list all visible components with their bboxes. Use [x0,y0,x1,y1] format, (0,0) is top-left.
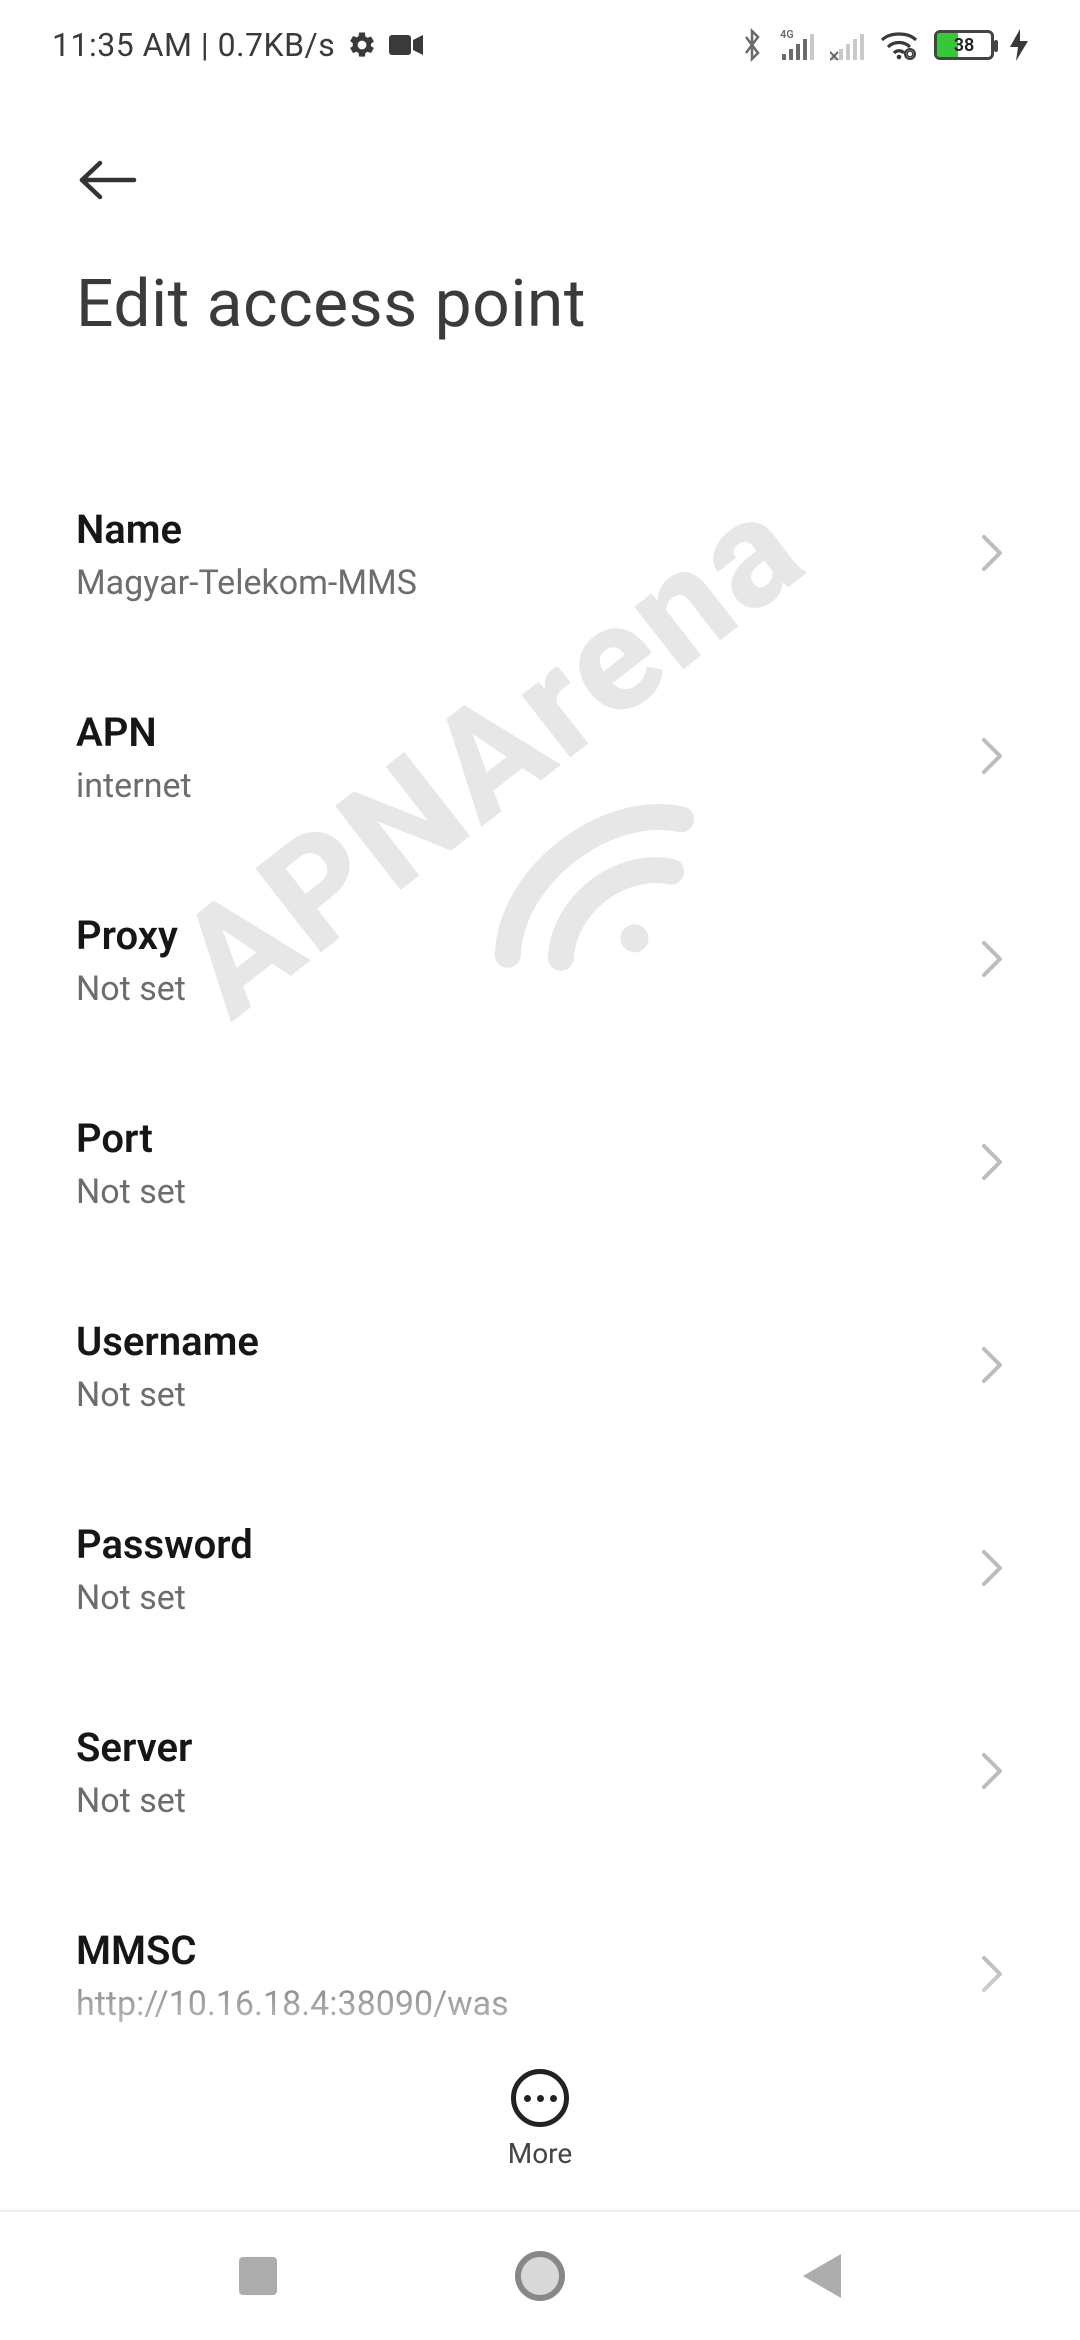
setting-row-name[interactable]: Name Magyar-Telekom-MMS [76,460,1004,663]
more-icon [511,2069,569,2127]
setting-label: Port [76,1115,186,1162]
setting-label: APN [76,709,192,756]
camera-icon [389,33,423,57]
status-bar: 11:35 AM | 0.7KB/s 4G 38 [0,0,1080,90]
more-button[interactable]: More [0,2069,1080,2170]
more-label: More [508,2137,573,2170]
setting-value: Not set [76,969,186,1009]
chevron-right-icon [980,1954,1004,1998]
battery-icon: 38 [934,30,994,60]
recents-button[interactable] [239,2257,277,2295]
svg-text:4G: 4G [780,28,794,41]
status-right: 4G 38 [740,28,1028,62]
setting-label: MMSC [76,1927,509,1974]
appbar: Edit access point [0,90,1080,343]
nav-back-button[interactable] [803,2254,841,2298]
bluetooth-icon [740,28,764,62]
gear-icon [347,30,377,60]
status-left: 11:35 AM | 0.7KB/s [52,26,423,64]
setting-label: Proxy [76,912,186,959]
chevron-right-icon [980,1751,1004,1795]
setting-value: Not set [76,1375,259,1415]
setting-texts: Server Not set [76,1724,192,1821]
setting-texts: APN internet [76,709,192,806]
setting-texts: Proxy Not set [76,912,186,1009]
setting-row-username[interactable]: Username Not set [76,1272,1004,1475]
setting-texts: Name Magyar-Telekom-MMS [76,506,417,603]
system-nav-bar [0,2210,1080,2340]
setting-row-apn[interactable]: APN internet [76,663,1004,866]
settings-list[interactable]: Name Magyar-Telekom-MMS APN internet Proxy No… [0,460,1080,2072]
chevron-right-icon [980,1142,1004,1186]
clock-text: 11:35 AM | 0.7KB/s [52,26,335,64]
chevron-right-icon [980,1548,1004,1592]
battery-pct: 38 [937,35,991,56]
setting-texts: Password Not set [76,1521,253,1618]
setting-label: Server [76,1724,192,1771]
signal-4g-icon: 4G [780,28,814,62]
setting-value: internet [76,766,192,806]
arrow-left-icon [76,159,138,201]
page-title: Edit access point [76,266,1004,343]
wifi-icon [880,30,918,60]
setting-value: Not set [76,1172,186,1212]
setting-value: Magyar-Telekom-MMS [76,563,417,603]
data-rate: 0.7KB/s [218,26,336,64]
setting-label: Name [76,506,417,553]
setting-texts: MMSC http://10.16.18.4:38090/was [76,1927,509,2024]
setting-row-proxy[interactable]: Proxy Not set [76,866,1004,1069]
chevron-right-icon [980,1345,1004,1389]
chevron-right-icon [980,736,1004,780]
setting-row-port[interactable]: Port Not set [76,1069,1004,1272]
setting-label: Password [76,1521,253,1568]
setting-row-password[interactable]: Password Not set [76,1475,1004,1678]
setting-value: http://10.16.18.4:38090/was [76,1984,509,2024]
settings-list-viewport: Name Magyar-Telekom-MMS APN internet Proxy No… [0,370,1080,2072]
home-button[interactable] [515,2251,565,2301]
signal-nosim-icon [830,28,864,62]
setting-value: Not set [76,1781,192,1821]
setting-label: Username [76,1318,259,1365]
chevron-right-icon [980,533,1004,577]
back-button[interactable] [76,140,156,220]
setting-row-server[interactable]: Server Not set [76,1678,1004,1881]
setting-value: Not set [76,1578,253,1618]
setting-row-mmsc[interactable]: MMSC http://10.16.18.4:38090/was [76,1881,1004,2072]
setting-texts: Port Not set [76,1115,186,1212]
setting-texts: Username Not set [76,1318,259,1415]
charging-icon [1010,29,1028,61]
time: 11:35 AM [52,26,192,64]
chevron-right-icon [980,939,1004,983]
